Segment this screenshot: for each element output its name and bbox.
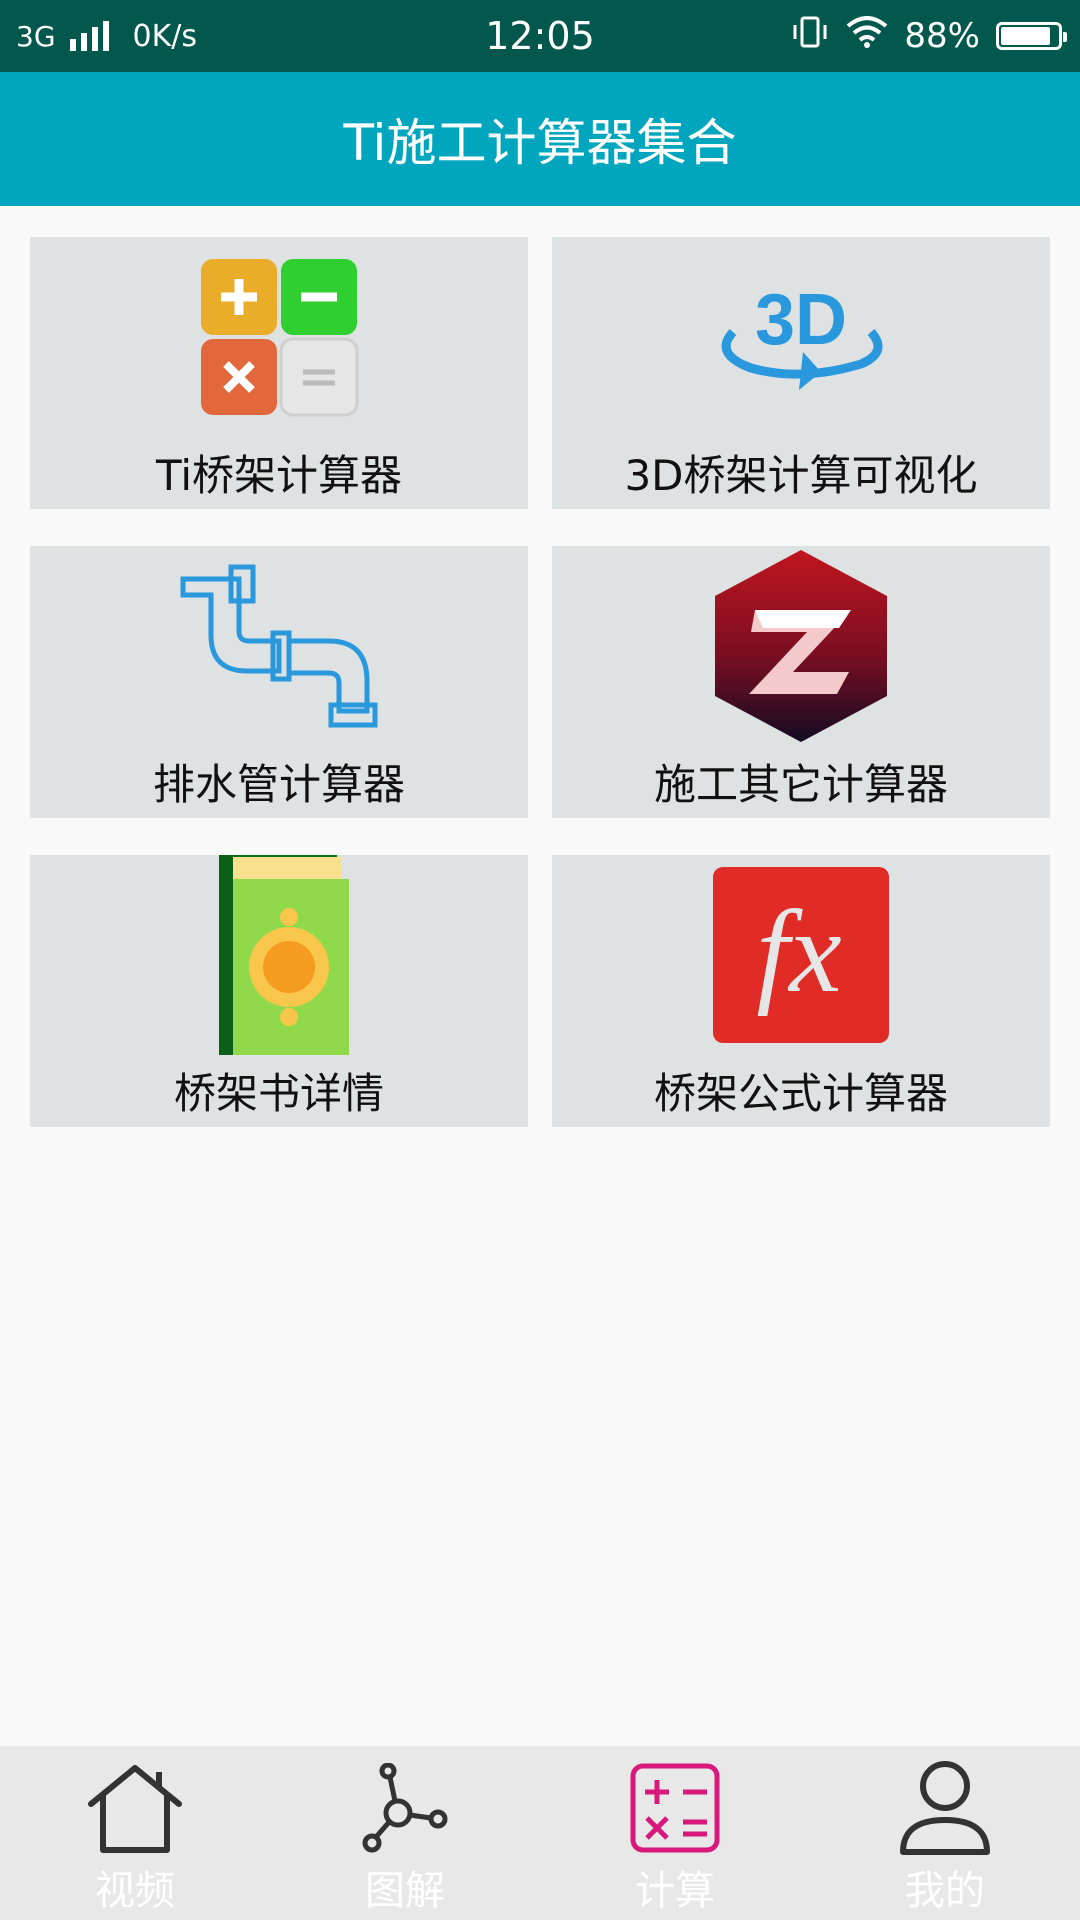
wifi-icon [846, 15, 888, 57]
nav-item-mine[interactable]: 我的 [810, 1746, 1080, 1920]
card-drain-pipe-calculator[interactable]: 排水管计算器 [30, 546, 528, 818]
app-bar: Ti施工计算器集合 [0, 72, 1080, 206]
nav-label: 计算 [635, 1868, 715, 1914]
battery-icon [996, 22, 1067, 50]
card-tray-formula-calculator[interactable]: fx 桥架公式计算器 [552, 855, 1050, 1127]
calculator-icon [30, 237, 528, 437]
svg-text:fx: fx [756, 886, 841, 1017]
bottom-nav: 视频 图解 计算 我的 [0, 1746, 1080, 1920]
z-hexagon-icon [552, 546, 1050, 746]
calculator-outline-icon [629, 1758, 721, 1858]
card-ti-tray-calculator[interactable]: Ti桥架计算器 [30, 237, 528, 509]
card-label: Ti桥架计算器 [155, 451, 403, 500]
3d-rotate-icon: 3D [552, 237, 1050, 437]
calculator-grid: Ti桥架计算器 3D 3D桥架计算可视化 排水管计算器 施工其它计算器 桥架书详… [30, 237, 1050, 1127]
card-other-construction-calculators[interactable]: 施工其它计算器 [552, 546, 1050, 818]
book-icon [30, 855, 528, 1055]
card-tray-book-details[interactable]: 桥架书详情 [30, 855, 528, 1127]
nav-item-video[interactable]: 视频 [0, 1746, 270, 1920]
clock: 12:05 [485, 14, 595, 58]
card-label: 排水管计算器 [152, 760, 405, 809]
card-label: 3D桥架计算可视化 [624, 451, 978, 500]
home-icon [85, 1758, 185, 1858]
vibrate-icon [790, 15, 830, 58]
nav-label: 我的 [905, 1868, 985, 1914]
nav-label: 视频 [95, 1868, 175, 1914]
card-label: 桥架公式计算器 [653, 1069, 948, 1118]
battery-percent: 88% [904, 16, 980, 56]
svg-text:3D: 3D [755, 280, 847, 360]
status-bar: 3G 0K/s 12:05 88% [0, 0, 1080, 72]
fx-formula-icon: fx [552, 855, 1050, 1055]
page-title: Ti施工计算器集合 [343, 114, 737, 172]
card-3d-visualization[interactable]: 3D 3D桥架计算可视化 [552, 237, 1050, 509]
nav-item-calculate[interactable]: 计算 [540, 1746, 810, 1920]
card-label: 桥架书详情 [173, 1069, 384, 1118]
card-label: 施工其它计算器 [653, 760, 948, 809]
nav-item-diagram[interactable]: 图解 [270, 1746, 540, 1920]
nav-label: 图解 [365, 1868, 445, 1914]
graph-nodes-icon [360, 1758, 450, 1858]
pipe-icon [30, 546, 528, 746]
person-icon [899, 1758, 991, 1858]
